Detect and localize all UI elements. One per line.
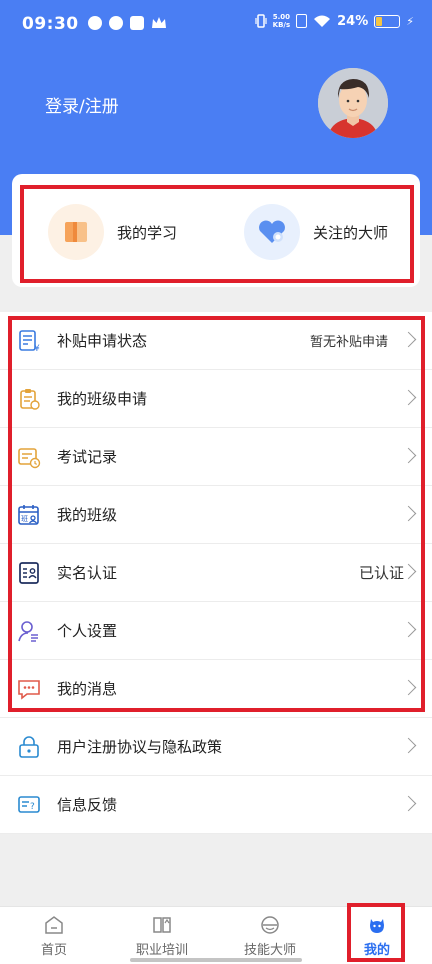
mine-icon: [370, 919, 384, 933]
exam-record-icon: [18, 448, 41, 469]
wifi-icon: [314, 15, 331, 27]
menu-item-subsidy-status[interactable]: ¥ 补贴申请状态 暂无补贴申请: [0, 312, 432, 370]
person-settings-icon: [18, 621, 38, 642]
clipboard-icon: [20, 389, 40, 410]
menu-item-real-name-auth[interactable]: 实名认证 已认证: [0, 544, 432, 602]
chevron-right-icon: [400, 679, 417, 696]
sim-icon: [296, 14, 308, 28]
crown-icon: [152, 17, 166, 28]
training-book-icon: [153, 917, 171, 933]
status-right: 5.00 KB/s 24% ⚡: [255, 13, 414, 29]
chevron-right-icon: [400, 389, 417, 406]
class-calendar-icon: 班: [18, 505, 39, 525]
avatar-icon: [318, 68, 388, 138]
menu-item-feedback[interactable]: ? 信息反馈: [0, 776, 432, 834]
message-icon: [18, 680, 40, 700]
followed-masters-link[interactable]: 关注的大师: [244, 202, 388, 262]
svg-text:¥: ¥: [34, 344, 40, 353]
bilibili-icon: [109, 16, 123, 30]
svg-text:?: ?: [30, 802, 35, 812]
battery-percent: 24%: [337, 13, 369, 29]
quick-links-card: 我的学习 关注的大师: [12, 174, 420, 287]
menu-item-personal-settings[interactable]: 个人设置: [0, 602, 432, 660]
vibrate-icon: [255, 14, 267, 28]
feedback-icon: ?: [18, 796, 40, 813]
auth-status-value: 已认证: [358, 564, 404, 582]
menu-item-my-class[interactable]: 班 我的班级: [0, 486, 432, 544]
id-card-icon: [19, 562, 39, 584]
notification-icons: [88, 16, 167, 30]
chevron-right-icon: [400, 795, 417, 812]
bottom-nav: 首页 职业培训 技能大师 我的: [0, 906, 432, 964]
home-indicator[interactable]: [130, 958, 302, 962]
chevron-right-icon: [400, 621, 417, 638]
status-bar: 09:30 5.00 KB/s 24% ⚡: [0, 0, 432, 52]
charging-icon: ⚡: [406, 14, 414, 28]
tab-training[interactable]: 职业培训: [112, 907, 212, 964]
svg-text:班: 班: [21, 514, 28, 523]
lock-icon: [19, 736, 39, 758]
menu-item-my-messages[interactable]: 我的消息: [0, 660, 432, 718]
tab-mine[interactable]: 我的: [327, 907, 427, 964]
app-notification-icon: [88, 16, 102, 30]
login-register-link[interactable]: 登录/注册: [45, 92, 119, 117]
heart-icon: [244, 204, 300, 260]
tab-home[interactable]: 首页: [4, 907, 104, 964]
subsidy-status-value: 暂无补贴申请: [309, 335, 388, 350]
chevron-right-icon: [400, 331, 417, 348]
subsidy-form-icon: ¥: [19, 330, 40, 353]
menu-item-exam-records[interactable]: 考试记录: [0, 428, 432, 486]
master-icon: [261, 916, 279, 934]
network-speed: 5.00 KB/s: [272, 13, 291, 29]
tab-skill-masters[interactable]: 技能大师: [220, 907, 320, 964]
home-icon: [45, 916, 63, 934]
battery-icon: [374, 14, 401, 28]
book-icon: [48, 204, 104, 260]
my-study-link[interactable]: 我的学习: [48, 202, 177, 262]
chevron-right-icon: [400, 737, 417, 754]
status-time: 09:30: [22, 14, 79, 34]
chevron-right-icon: [400, 447, 417, 464]
menu-item-agreement-privacy[interactable]: 用户注册协议与隐私政策: [0, 718, 432, 776]
menu-item-class-application[interactable]: 我的班级申请: [0, 370, 432, 428]
chevron-right-icon: [400, 505, 417, 522]
menu-list: ¥ 补贴申请状态 暂无补贴申请 我的班级申请 考试记录 班 我的班级 实名认证 …: [0, 312, 432, 834]
avatar[interactable]: [318, 68, 388, 138]
mail-icon: [130, 16, 144, 30]
